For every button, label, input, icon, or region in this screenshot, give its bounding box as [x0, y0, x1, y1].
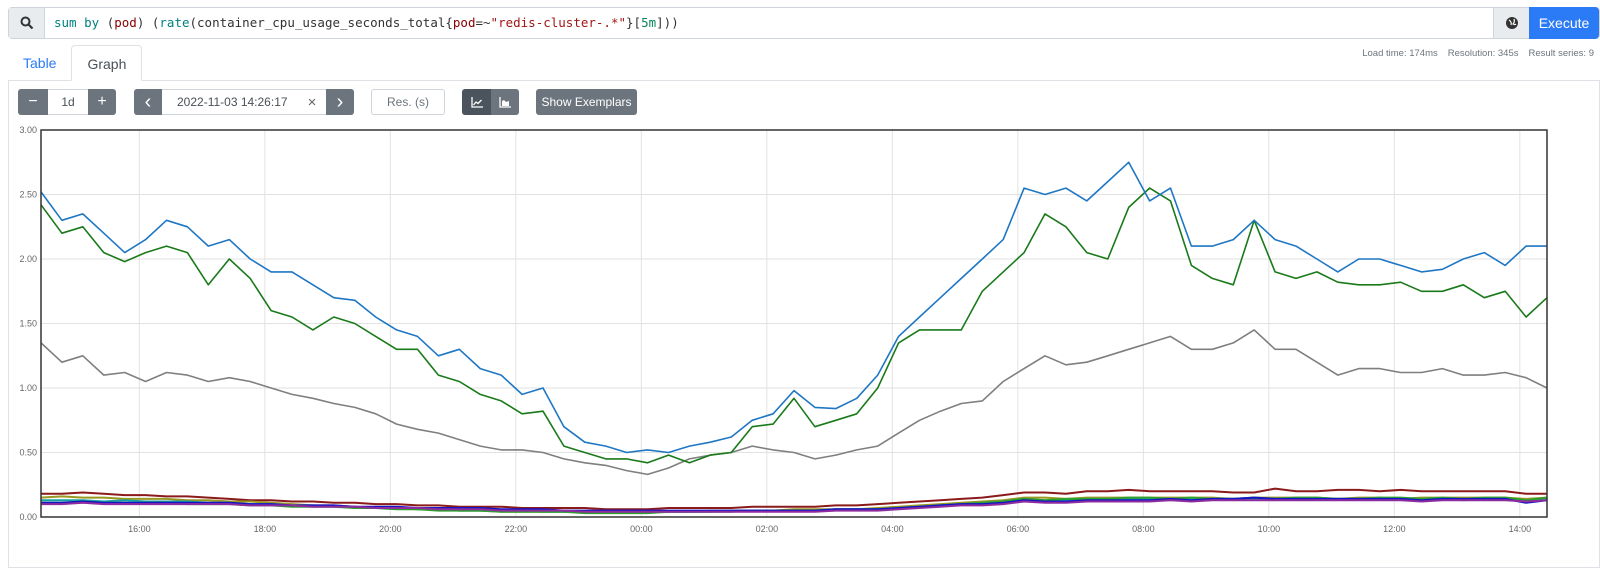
unstacked-chart-button[interactable] [462, 89, 491, 115]
query-token: (container_cpu_usage_seconds_total{ [189, 15, 453, 30]
query-input[interactable]: sum by (pod) (rate(container_cpu_usage_s… [45, 8, 1493, 38]
query-token: by [84, 15, 100, 30]
query-token: pod [452, 15, 476, 30]
query-token: =~ [475, 15, 491, 30]
view-tabs: Table Graph [8, 45, 143, 81]
tab-table[interactable]: Table [8, 45, 71, 81]
query-token: rate [159, 15, 190, 30]
line-chart-icon [470, 96, 483, 108]
query-token: 5m [641, 15, 657, 30]
graph-controls: − 1d + ‹ 2022-11-03 14:26:17 × › Res. (s… [18, 89, 637, 116]
range-input[interactable]: 1d [48, 89, 88, 115]
query-token: }[ [626, 15, 642, 30]
result-series: Result series: 9 [1528, 48, 1594, 59]
load-time: Load time: 174ms [1362, 48, 1438, 59]
globe-icon [1505, 17, 1518, 29]
query-bar: sum by (pod) (rate(container_cpu_usage_s… [8, 7, 1600, 39]
query-token: sum [54, 15, 77, 30]
next-time-button[interactable]: › [326, 89, 354, 115]
show-exemplars-button[interactable]: Show Exemplars [536, 89, 637, 115]
decrease-range-button[interactable]: − [18, 89, 48, 115]
search-icon [9, 8, 45, 38]
previous-time-button[interactable]: ‹ [134, 89, 162, 115]
query-token: ])) [656, 15, 679, 30]
tab-graph[interactable]: Graph [71, 45, 143, 81]
resolution: Resolution: 345s [1447, 48, 1519, 59]
query-stats: Load time: 174ms Resolution: 345s Result… [1362, 48, 1594, 59]
stacked-chart-button[interactable] [491, 89, 519, 115]
graph-panel [8, 80, 1600, 568]
end-time-input[interactable]: 2022-11-03 14:26:17 [162, 89, 298, 115]
query-token: pod [114, 15, 137, 30]
increase-range-button[interactable]: + [88, 89, 116, 115]
area-chart-icon [499, 96, 511, 108]
metrics-explorer-button[interactable] [1493, 8, 1529, 38]
resolution-input[interactable]: Res. (s) [371, 89, 445, 115]
clear-time-button[interactable]: × [298, 89, 326, 115]
execute-button[interactable]: Execute [1529, 7, 1599, 39]
query-token: "redis-cluster-.*" [490, 15, 627, 30]
query-token [77, 15, 85, 30]
query-token: ( [99, 15, 115, 30]
query-token: ) ( [136, 15, 160, 30]
